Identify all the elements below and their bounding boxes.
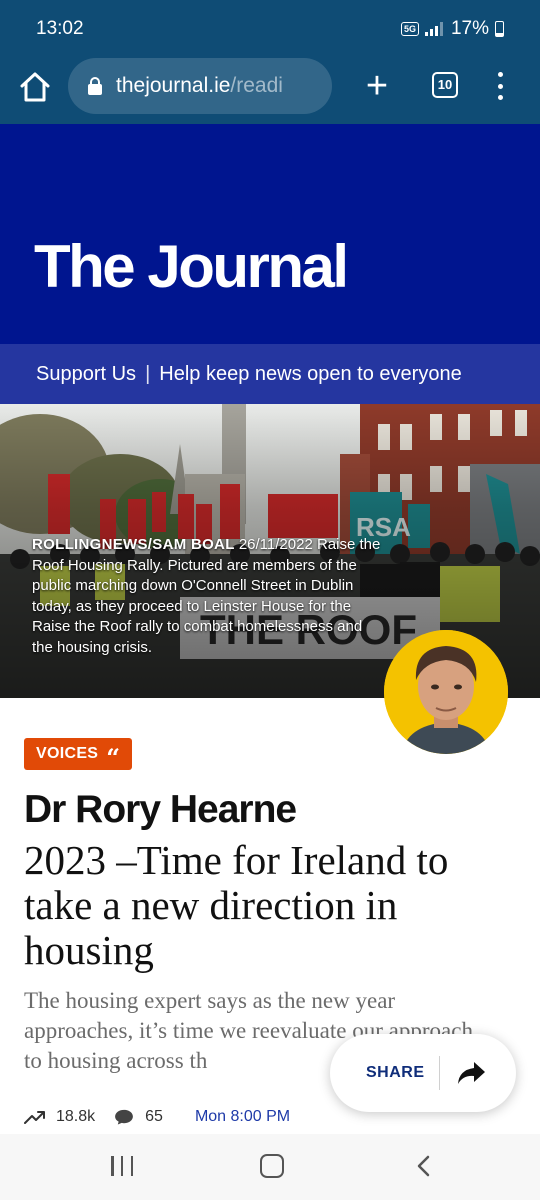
support-separator: | [145,362,151,385]
article-author[interactable]: Dr Rory Hearne [24,788,297,832]
photo-date: 26/11/2022 [238,536,313,553]
more-menu-icon[interactable] [490,70,510,102]
system-nav-bar [0,1134,540,1200]
browser-toolbar: thejournal.ie/readi + 10 [0,56,540,124]
section-badge[interactable]: VOICES “ [24,738,133,772]
share-label: SHARE [366,1064,425,1081]
battery-percent: 17% [450,18,489,39]
tabs-icon[interactable]: 10 [432,72,458,98]
site-masthead: The Journal [0,124,540,344]
hero-caption: ROLLINGNEWS/SAM BOAL 26/11/2022 Raise th… [32,535,382,658]
status-indicators: 5G 17% [400,18,504,40]
view-count: 18.8k [56,1108,96,1125]
share-divider [438,1056,440,1090]
photo-caption-text: Raise the Roof Housing Rally. Pictured a… [32,536,381,656]
share-button[interactable]: SHARE [330,1034,516,1112]
new-tab-icon[interactable]: + [362,66,392,106]
status-time: 13:02 [36,18,84,39]
home-button-icon[interactable] [260,1154,284,1178]
comment-icon[interactable] [113,1109,135,1125]
support-tagline: Help keep news open to everyone [159,362,462,385]
network-type-badge: 5G [400,22,419,36]
share-arrow-icon [457,1062,485,1084]
home-icon[interactable] [18,70,52,104]
url-host: thejournal.ie [116,74,231,97]
quote-icon: “ [106,743,121,772]
support-banner[interactable]: Support Us | Help keep news open to ever… [0,344,540,404]
author-avatar [384,630,508,754]
lock-icon [88,77,102,95]
signal-icon [424,22,443,36]
address-bar[interactable]: thejournal.ie/readi [68,58,332,114]
publish-time: Mon 8:00 PM [194,1108,291,1125]
photo-credit: ROLLINGNEWS/SAM BOAL [32,536,235,553]
battery-icon [495,21,504,37]
article-headline: 2023 –Time for Ireland to take a new dir… [24,837,449,973]
recent-apps-icon[interactable] [111,1156,133,1176]
article-stats: 18.8k 65 Mon 8:00 PM [24,1108,290,1126]
status-bar: 13:02 5G 17% [0,0,540,56]
support-us-link[interactable]: Support Us [36,363,136,386]
url-path: /readi [230,74,283,97]
comment-count[interactable]: 65 [145,1108,163,1126]
site-logo[interactable]: The Journal [34,232,349,301]
back-icon[interactable] [412,1154,436,1178]
trending-icon [24,1111,45,1124]
section-label: VOICES [36,745,99,762]
